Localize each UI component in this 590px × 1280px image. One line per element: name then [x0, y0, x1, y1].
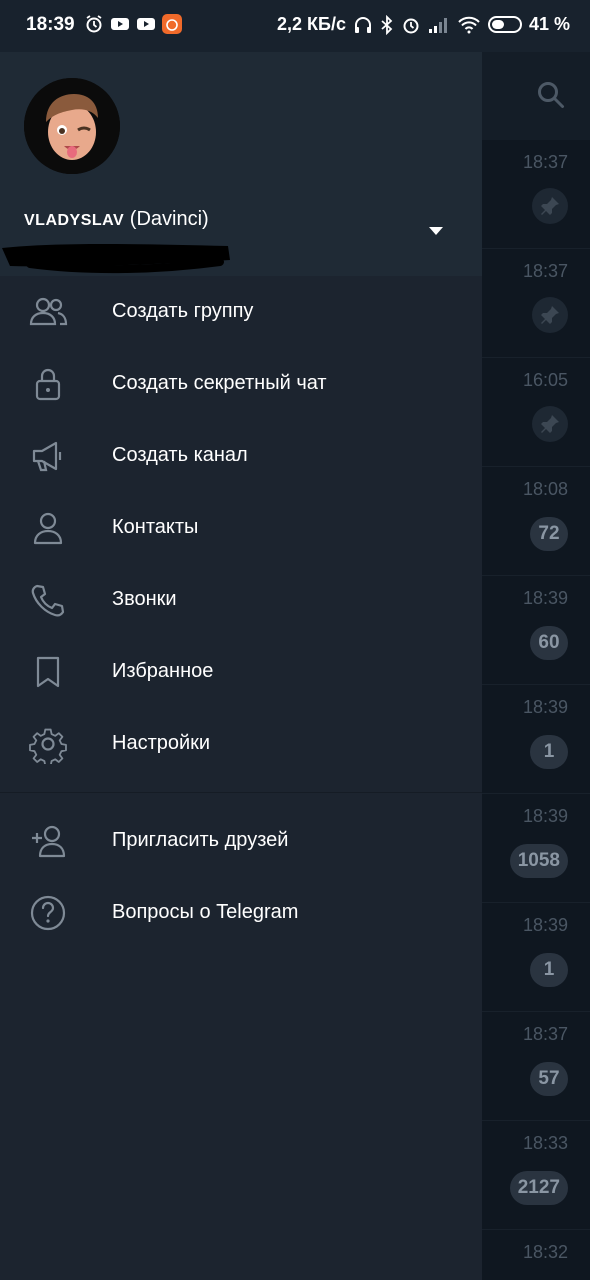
battery-icon: [487, 16, 522, 33]
help-icon: [30, 895, 66, 931]
alarm-icon: [403, 18, 419, 33]
chat-time: 18:33: [522, 1133, 568, 1153]
add-user-icon: [32, 825, 66, 858]
menu-item-label: Пригласить друзей: [112, 829, 289, 851]
app-notification-icon: [162, 14, 182, 34]
menu-item-telegram-faq[interactable]: Вопросы о Telegram: [0, 877, 482, 949]
chat-row[interactable]: 18:39 1: [482, 685, 590, 794]
notification-icons: [84, 14, 182, 34]
chat-row[interactable]: 18:08 72: [482, 467, 590, 576]
profile-username: VLADYSLAV: [24, 212, 125, 229]
chat-row[interactable]: 18:39 1: [482, 903, 590, 1012]
status-time: 18:39: [26, 14, 75, 35]
menu-item-new-channel[interactable]: Создать канал: [0, 420, 482, 492]
menu-item-calls[interactable]: Звонки: [0, 564, 482, 636]
headphones-icon: [354, 16, 371, 33]
profile-name: VLADYSLAV (Davinci): [24, 208, 209, 231]
menu-item-new-secret-chat[interactable]: Создать секретный чат: [0, 348, 482, 420]
pin-icon: [532, 188, 568, 224]
unread-badge: 60: [530, 626, 568, 660]
chat-time: 18:39: [522, 806, 568, 826]
menu-item-label: Вопросы о Telegram: [112, 901, 299, 923]
menu-item-new-group[interactable]: Создать группу: [0, 276, 482, 348]
chat-time: 18:39: [522, 697, 568, 717]
chat-row[interactable]: 18:39 1058: [482, 794, 590, 903]
menu-item-label: Избранное: [112, 660, 214, 682]
drawer-menu: Создать группу Создать секретный чат Соз…: [0, 276, 482, 949]
chat-row[interactable]: 16:05: [482, 358, 590, 467]
battery-percent: 41 %: [528, 14, 570, 34]
gear-icon: [29, 728, 67, 764]
group-icon: [29, 297, 68, 326]
unread-badge: 1058: [509, 844, 568, 878]
chat-row[interactable]: 18:39 60: [482, 576, 590, 685]
drawer-header: VLADYSLAV (Davinci): [0, 52, 482, 276]
youtube-icon: [137, 18, 155, 30]
menu-item-label: Создать группу: [112, 300, 254, 322]
signal-icon: [428, 17, 447, 33]
chat-row[interactable]: 18:32: [482, 1230, 590, 1280]
menu-item-settings[interactable]: Настройки: [0, 708, 482, 780]
menu-item-label: Создать секретный чат: [112, 372, 327, 394]
menu-item-invite-friends[interactable]: Пригласить друзей: [0, 805, 482, 877]
accounts-dropdown-arrow-icon[interactable]: [428, 226, 444, 236]
phone-icon: [31, 584, 65, 617]
status-bar: 18:39 2,2 КБ/с 41 %: [0, 0, 590, 52]
chat-time: 18:37: [522, 152, 568, 172]
unread-badge: 1: [530, 735, 568, 769]
bluetooth-icon: [381, 14, 393, 35]
menu-item-saved-messages[interactable]: Избранное: [0, 636, 482, 708]
status-right: 2,2 КБ/с 41 %: [277, 14, 570, 35]
navigation-drawer: VLADYSLAV (Davinci) Создать группу Созда…: [0, 52, 482, 1280]
profile-nickname: (Davinci): [129, 208, 209, 230]
menu-item-label: Настройки: [112, 732, 211, 754]
megaphone-icon: [32, 441, 62, 472]
redacted-phone-scribble: [2, 244, 230, 274]
menu-item-label: Контакты: [112, 516, 199, 538]
pin-icon: [532, 406, 568, 442]
youtube-icon: [111, 18, 129, 30]
chat-row[interactable]: 18:37 57: [482, 1012, 590, 1121]
avatar[interactable]: [24, 78, 120, 174]
memoji-avatar-image: [24, 78, 120, 174]
menu-item-label: Звонки: [112, 588, 177, 610]
unread-badge: 72: [530, 517, 568, 551]
menu-divider: [0, 792, 482, 793]
lock-icon: [35, 368, 61, 401]
chat-time: 18:39: [522, 588, 568, 608]
chat-row[interactable]: 18:33 2127: [482, 1121, 590, 1230]
bookmark-icon: [36, 656, 60, 688]
alarm-icon: [86, 15, 102, 33]
contact-icon: [33, 512, 63, 545]
unread-badge: 1: [530, 953, 568, 987]
wifi-icon: [458, 16, 480, 33]
chat-row[interactable]: 18:37: [482, 140, 590, 249]
unread-badge: 2127: [509, 1171, 568, 1205]
chat-time: 18:08: [522, 479, 568, 499]
chat-time: 18:39: [522, 915, 568, 935]
chat-time: 18:37: [522, 261, 568, 281]
menu-item-contacts[interactable]: Контакты: [0, 492, 482, 564]
chat-row[interactable]: 18:37: [482, 249, 590, 358]
pin-icon: [532, 297, 568, 333]
search-icon[interactable]: [536, 80, 566, 110]
network-speed: 2,2 КБ/с: [277, 14, 346, 34]
chat-time: 16:05: [522, 370, 568, 390]
menu-item-label: Создать канал: [112, 444, 248, 466]
unread-badge: 57: [530, 1062, 568, 1096]
chat-time: 18:37: [522, 1024, 568, 1044]
chat-time: 18:32: [522, 1242, 568, 1262]
